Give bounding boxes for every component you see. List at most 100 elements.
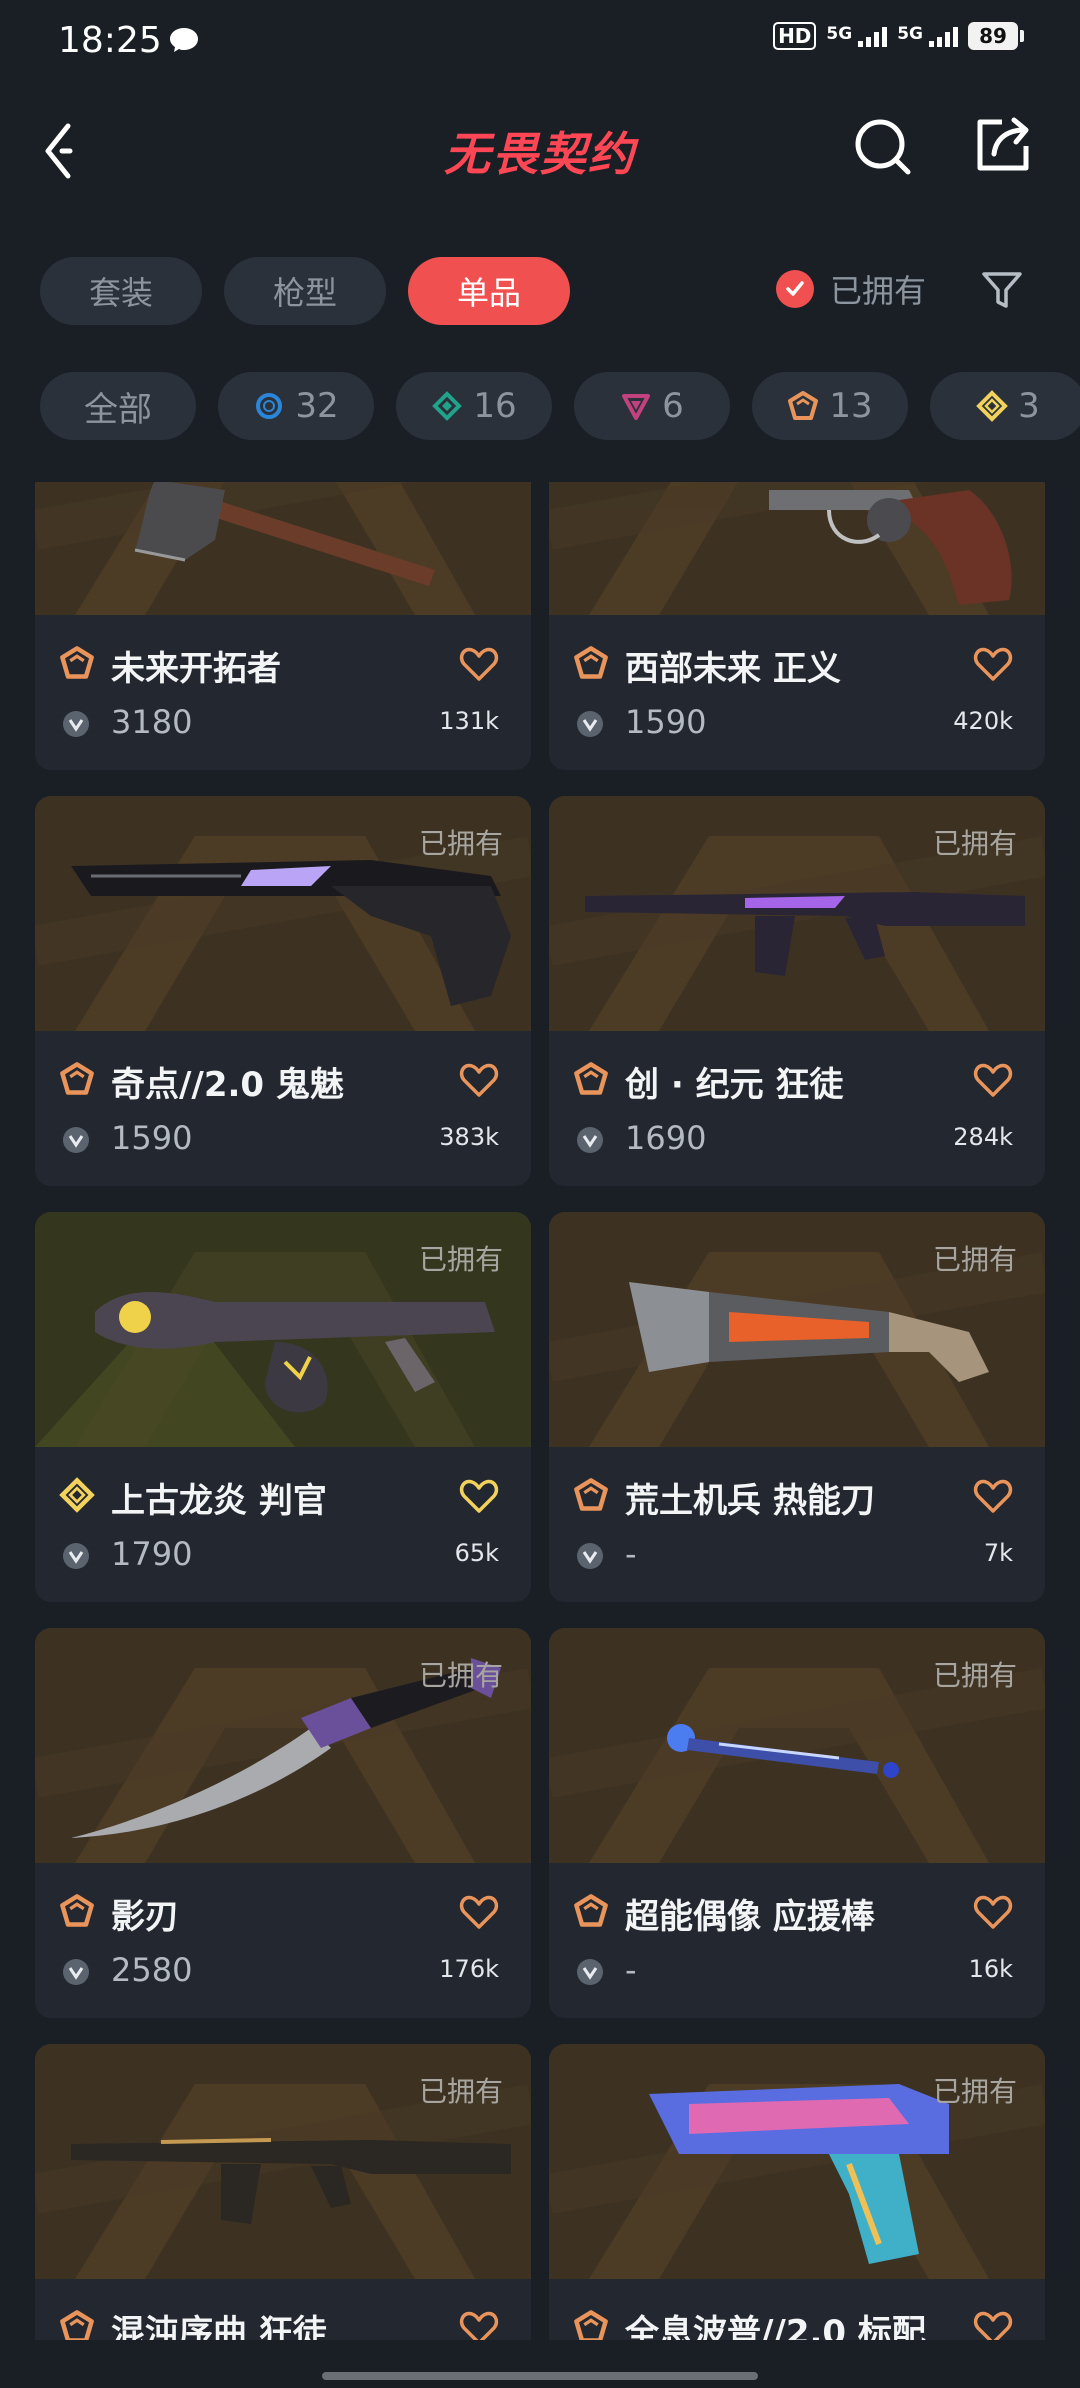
item-image: 已拥有 [549, 2044, 1045, 2279]
weapon-pistol-icon [71, 860, 511, 1006]
signal-1: 5G [826, 25, 888, 47]
item-name: 未来开拓者 [111, 649, 281, 689]
favorite-heart-icon[interactable] [459, 1893, 499, 1931]
item-image: 已拥有 [35, 1628, 531, 1863]
item-name: 奇点//2.0 鬼魅 [111, 1065, 344, 1105]
vp-currency-icon [577, 1127, 603, 1153]
favorite-heart-icon[interactable] [973, 1893, 1013, 1931]
exclusive-tier-icon [574, 1062, 608, 1095]
favorite-heart-icon[interactable] [459, 645, 499, 683]
message-notification-icon [170, 28, 198, 52]
share-button[interactable] [972, 114, 1034, 176]
owned-filter-toggle[interactable]: 已拥有 [776, 266, 926, 312]
item-grid: 未来开拓者 3180 131k 西部未来 正义 1590 420k 已拥有 奇点… [35, 482, 1045, 2340]
favorite-heart-icon[interactable] [459, 2309, 499, 2340]
deluxe-tier-icon [432, 391, 463, 421]
chip-ultra[interactable]: 3 [930, 372, 1080, 440]
exclusive-tier-icon [574, 646, 608, 679]
like-count: 284k [953, 1123, 1013, 1151]
page-title: 无畏契约 [444, 127, 636, 181]
tab-weapon-types[interactable]: 枪型 [224, 257, 386, 325]
owned-badge: 已拥有 [418, 1659, 503, 1692]
vp-currency-icon [577, 1959, 603, 1985]
owned-filter-label: 已拥有 [830, 272, 927, 310]
owned-badge: 已拥有 [932, 2075, 1017, 2108]
item-name: 荒土机兵 热能刀 [625, 1481, 875, 1521]
clock: 18:25 [58, 20, 162, 61]
vp-currency-icon [63, 711, 89, 737]
like-count: 7k [983, 1539, 1013, 1567]
favorite-heart-icon[interactable] [973, 1477, 1013, 1515]
weapon-dragon-shotgun-icon [95, 1292, 495, 1413]
chip-all[interactable]: 全部 [40, 372, 196, 440]
tab-single-items[interactable]: 单品 [408, 257, 570, 325]
weapon-revolver-icon [769, 490, 1012, 605]
vp-currency-icon [577, 711, 603, 737]
item-name: 全息波普//2.0 标配 [625, 2313, 926, 2340]
item-image [549, 482, 1045, 615]
category-tabs: 套装 枪型 单品 [40, 257, 570, 325]
chip-select[interactable]: 32 [218, 372, 374, 440]
premium-tier-icon [622, 394, 651, 420]
item-card[interactable]: 已拥有 荒土机兵 热能刀 - 7k [549, 1212, 1045, 1602]
home-indicator[interactable] [322, 2372, 758, 2380]
weapon-rifle-icon [585, 892, 1025, 976]
weapon-thermal-knife-icon [629, 1282, 989, 1382]
check-icon[interactable] [776, 270, 814, 308]
item-card[interactable]: 未来开拓者 3180 131k [35, 482, 531, 770]
favorite-heart-icon[interactable] [459, 1477, 499, 1515]
weapon-glowstick-icon [667, 1724, 899, 1778]
item-name: 上古龙炎 判官 [111, 1481, 327, 1521]
exclusive-tier-icon [60, 646, 94, 679]
ultra-tier-icon [59, 1477, 95, 1513]
exclusive-tier-icon [60, 1894, 94, 1927]
item-card[interactable]: 已拥有 全息波普//2.0 标配 [549, 2044, 1045, 2340]
item-grid-viewport[interactable]: 未来开拓者 3180 131k 西部未来 正义 1590 420k 已拥有 奇点… [0, 482, 1080, 2340]
exclusive-tier-icon [574, 2310, 608, 2340]
exclusive-tier-icon [574, 1894, 608, 1927]
item-card[interactable]: 已拥有 上古龙炎 判官 1790 65k [35, 1212, 531, 1602]
ultra-tier-icon [976, 390, 1009, 422]
item-name: 超能偶像 应援棒 [625, 1897, 875, 1937]
item-price: 1590 [111, 1119, 193, 1157]
select-tier-icon [256, 393, 283, 419]
item-card[interactable]: 已拥有 超能偶像 应援棒 - 16k [549, 1628, 1045, 2018]
tab-bundles[interactable]: 套装 [40, 257, 202, 325]
filter-button[interactable] [980, 268, 1024, 312]
chip-deluxe[interactable]: 16 [396, 372, 552, 440]
like-count: 420k [953, 707, 1013, 735]
item-card[interactable]: 西部未来 正义 1590 420k [549, 482, 1045, 770]
favorite-heart-icon[interactable] [459, 1061, 499, 1099]
owned-badge: 已拥有 [932, 1243, 1017, 1276]
favorite-heart-icon[interactable] [973, 2309, 1013, 2340]
status-bar: 18:25 HD 5G 5G 89 [0, 0, 1080, 80]
item-price: 2580 [111, 1951, 193, 1989]
item-name: 影刃 [111, 1897, 179, 1937]
exclusive-tier-icon [60, 2310, 94, 2340]
item-card[interactable]: 已拥有 创 · 纪元 狂徒 1690 284k [549, 796, 1045, 1186]
vp-currency-icon [577, 1543, 603, 1569]
search-button[interactable] [852, 116, 914, 178]
item-image: 已拥有 [35, 796, 531, 1031]
like-count: 16k [968, 1955, 1013, 1983]
item-image: 已拥有 [549, 796, 1045, 1031]
item-card[interactable]: 已拥有 奇点//2.0 鬼魅 1590 383k [35, 796, 531, 1186]
chip-premium[interactable]: 6 [574, 372, 730, 440]
like-count: 176k [439, 1955, 499, 1983]
item-image: 已拥有 [35, 1212, 531, 1447]
chip-exclusive[interactable]: 13 [752, 372, 908, 440]
favorite-heart-icon[interactable] [973, 645, 1013, 683]
like-count: 65k [454, 1539, 499, 1567]
exclusive-tier-icon [60, 1062, 94, 1095]
item-card[interactable]: 已拥有 影刃 2580 176k [35, 1628, 531, 2018]
vp-currency-icon [63, 1127, 89, 1153]
vp-currency-icon [63, 1543, 89, 1569]
exclusive-tier-icon [788, 391, 819, 420]
owned-badge: 已拥有 [418, 1243, 503, 1276]
favorite-heart-icon[interactable] [973, 1061, 1013, 1099]
exclusive-tier-icon [574, 1478, 608, 1511]
item-card[interactable]: 已拥有 混沌序曲 狂徒 [35, 2044, 531, 2340]
item-price: 3180 [111, 703, 193, 741]
item-price: 1690 [625, 1119, 707, 1157]
battery-icon: 89 [968, 22, 1024, 50]
